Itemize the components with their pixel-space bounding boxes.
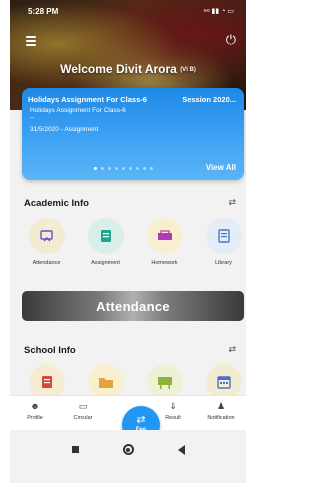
back-icon[interactable] <box>177 444 185 455</box>
hamburger-menu-icon[interactable] <box>26 36 36 48</box>
tile-label: Attendance <box>32 260 61 266</box>
tile-library[interactable]: Library <box>201 218 246 266</box>
carousel-dot[interactable] <box>150 167 153 170</box>
circular-icon: ▭ <box>78 401 88 411</box>
nav-notification[interactable]: ♟ Notification <box>198 396 244 430</box>
tile-attendance[interactable]: Attendance <box>24 218 69 266</box>
carousel-dot[interactable] <box>94 167 97 170</box>
banner-dash: -- <box>30 114 35 121</box>
home-icon[interactable] <box>122 444 134 455</box>
attendance-banner[interactable]: Attendance <box>22 291 244 321</box>
carousel-dot[interactable] <box>129 167 132 170</box>
carousel-dot[interactable] <box>143 167 146 170</box>
carousel-dot[interactable] <box>108 167 111 170</box>
nav-label: Profile <box>27 415 43 421</box>
logout-power-icon[interactable]: ⏻ <box>226 32 236 48</box>
academic-tiles: Attendance Assignment Homework Library <box>24 218 246 266</box>
banner-subtitle: Holidays Assignment For Class-6 <box>30 107 126 114</box>
welcome-text: Welcome Divit Arora <box>60 62 177 76</box>
tile-homework[interactable]: Homework <box>142 218 187 266</box>
system-navigation-bar <box>10 430 246 483</box>
recent-apps-icon[interactable] <box>71 446 79 453</box>
nav-profile[interactable]: ☻ Profile <box>12 396 58 430</box>
library-icon <box>205 218 242 254</box>
fee-icon: ⇄ <box>136 414 146 426</box>
attendance-banner-label: Attendance <box>96 298 170 314</box>
school-info-title: School Info <box>24 345 76 356</box>
status-icons: ⚯ ▮▮ ◔ ▭ <box>203 8 234 15</box>
announcement-banner[interactable]: Holidays Assignment For Class-6 Session … <box>22 88 244 180</box>
swap-arrows-icon[interactable]: ⇄ <box>228 344 236 355</box>
carousel-dot[interactable] <box>101 167 104 170</box>
banner-session: Session 2020... <box>182 95 236 104</box>
student-class: (VI B) <box>180 66 196 73</box>
carousel-dot[interactable] <box>122 167 125 170</box>
academic-info-title: Academic Info <box>24 198 89 209</box>
swap-arrows-icon[interactable]: ⇄ <box>228 197 236 208</box>
status-time: 5:28 PM <box>28 6 59 16</box>
profile-icon: ☻ <box>30 401 40 411</box>
status-bar: 5:28 PM ⚯ ▮▮ ◔ ▭ <box>10 0 246 22</box>
carousel-dots <box>94 167 153 170</box>
tile-assignment[interactable]: Assignment <box>83 218 128 266</box>
tile-label: Assignment <box>91 260 120 266</box>
nav-circular[interactable]: ▭ Circular <box>60 396 106 430</box>
carousel-dot[interactable] <box>136 167 139 170</box>
homework-icon <box>146 218 183 254</box>
banner-date: 31/5/2020 - Assignment <box>30 126 99 133</box>
carousel-dot[interactable] <box>115 167 118 170</box>
banner-title: Holidays Assignment For Class-6 <box>28 95 147 104</box>
assignment-icon <box>87 218 124 254</box>
tile-label: Library <box>215 260 232 266</box>
notification-icon: ♟ <box>216 401 226 411</box>
nav-label: Notification <box>207 415 235 421</box>
tile-label: Homework <box>151 260 178 266</box>
welcome-heading: Welcome Divit Arora (VI B) <box>10 62 246 76</box>
nav-label: Circular <box>73 415 93 421</box>
app-screen: 5:28 PM ⚯ ▮▮ ◔ ▭ ⏻ Welcome Divit Arora (… <box>10 0 246 483</box>
view-all-link[interactable]: View All <box>206 163 236 172</box>
attendance-icon <box>28 218 65 254</box>
